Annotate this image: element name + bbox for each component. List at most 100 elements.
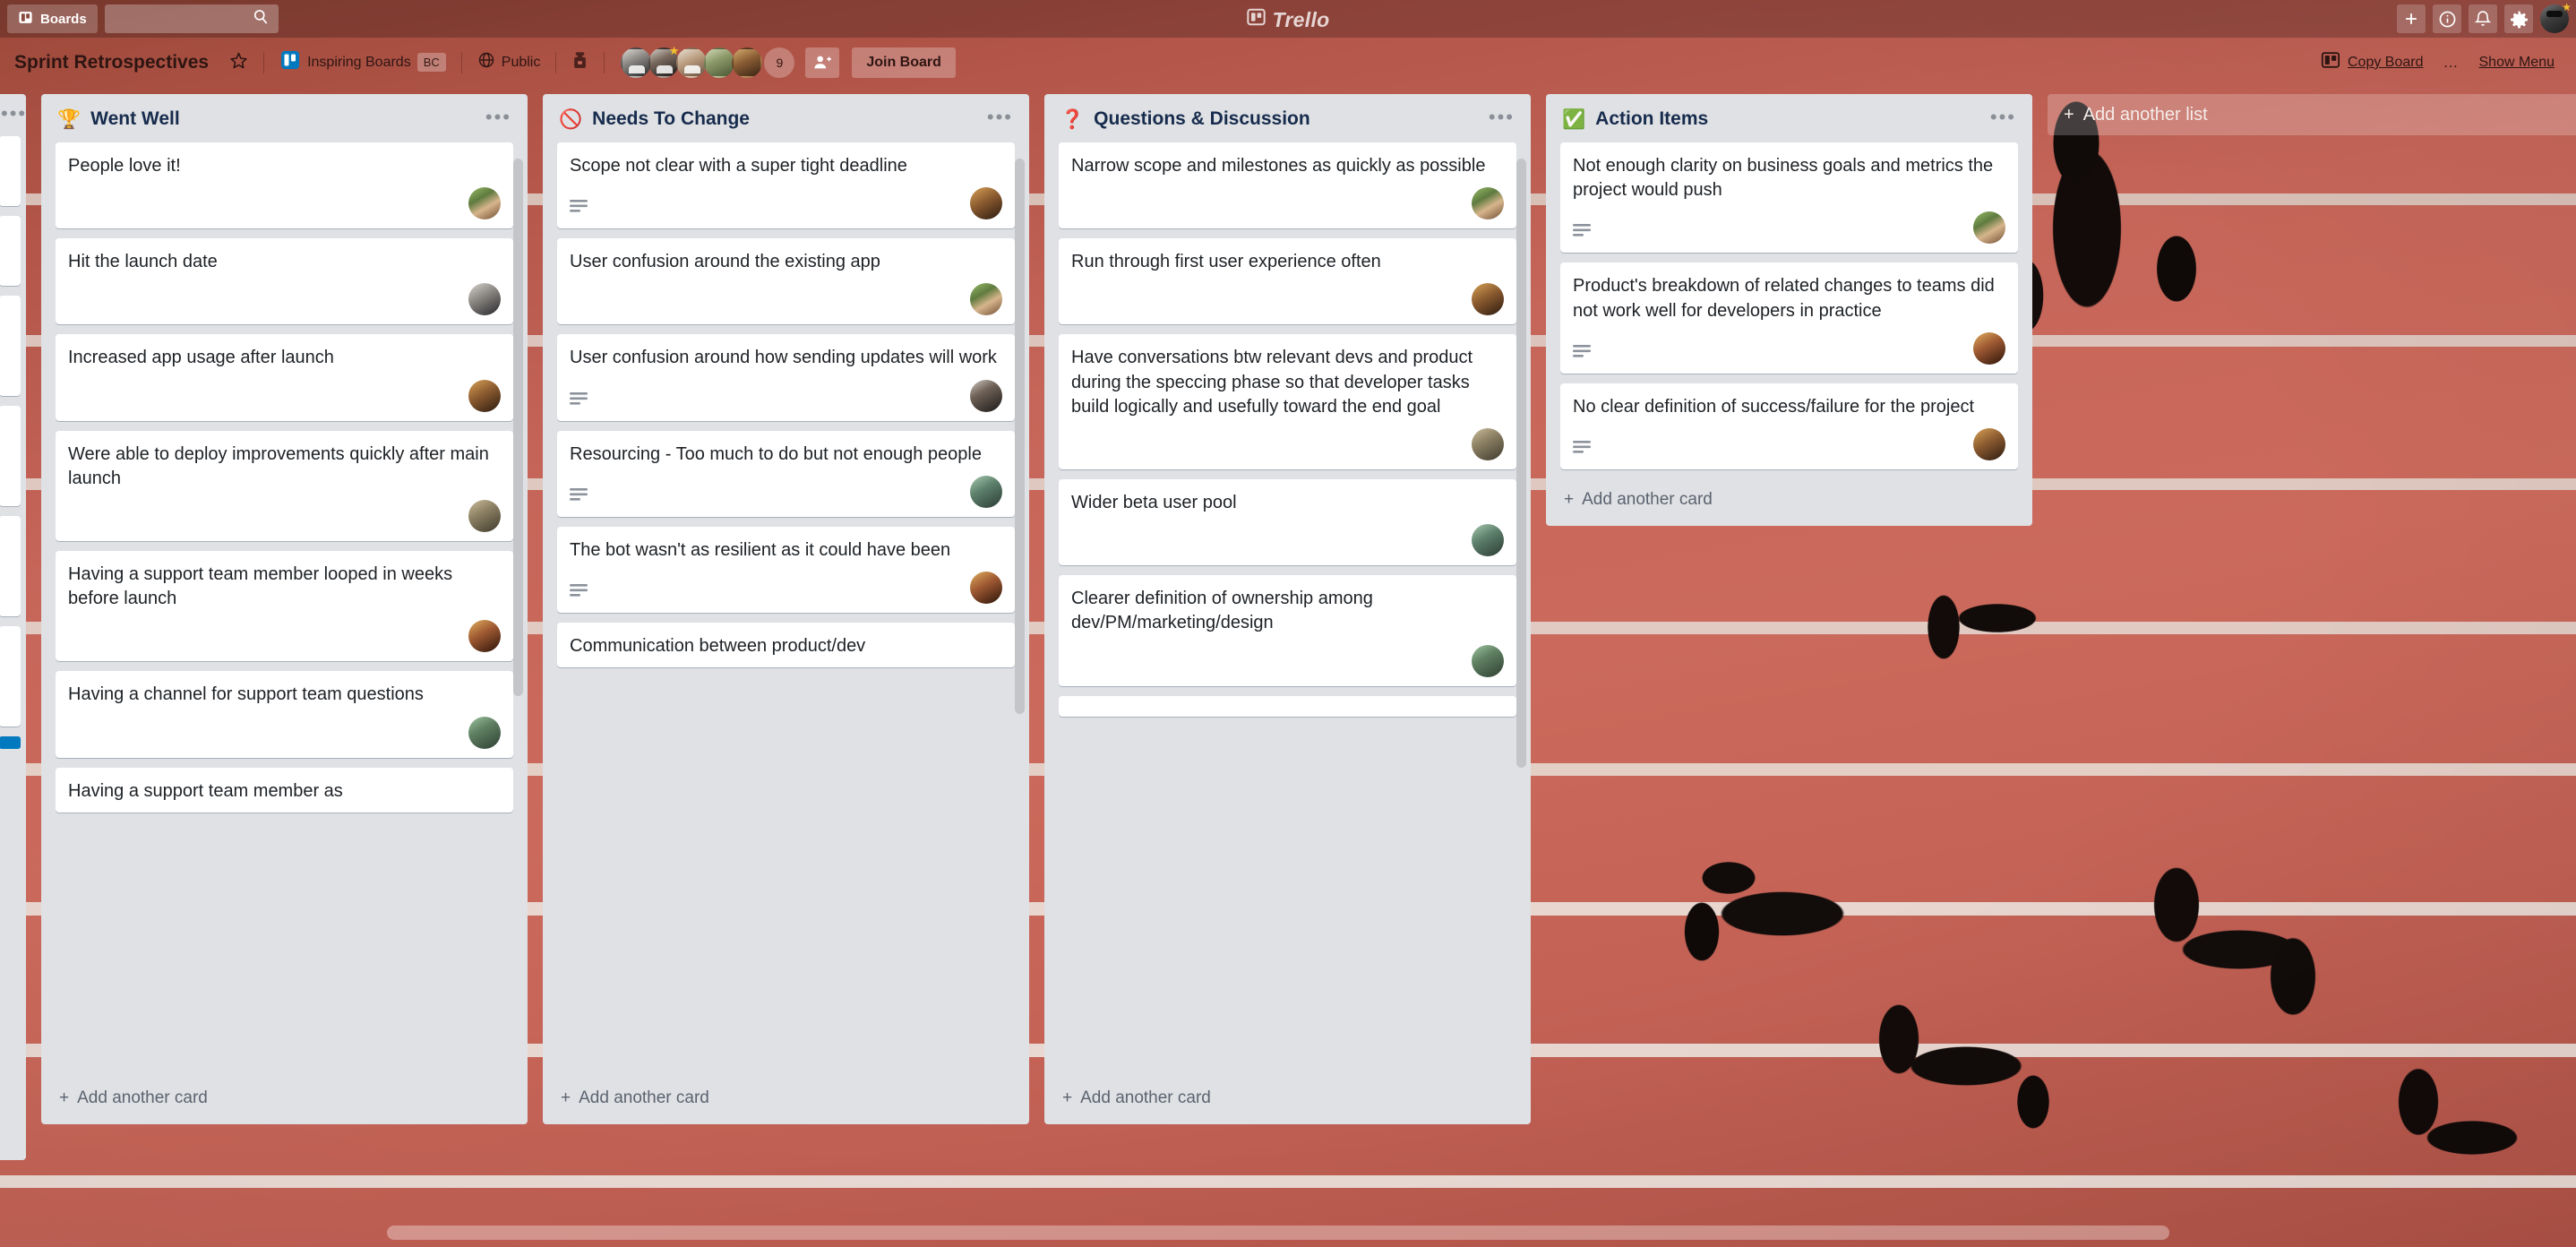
trello-logo[interactable]: Trello bbox=[1246, 7, 1329, 32]
card[interactable] bbox=[1059, 695, 1516, 717]
list-scrollbar[interactable] bbox=[513, 159, 523, 696]
info-circle-icon[interactable] bbox=[2433, 4, 2461, 33]
card[interactable] bbox=[0, 136, 21, 206]
card-member-avatar[interactable] bbox=[1472, 187, 1504, 220]
card[interactable]: Communication between product/dev bbox=[557, 622, 1015, 668]
member-avatar[interactable] bbox=[704, 47, 735, 78]
card-member-avatar[interactable] bbox=[468, 283, 501, 316]
add-card-button[interactable]: + Add another card bbox=[1044, 1078, 1531, 1124]
card-member-avatar[interactable] bbox=[1472, 524, 1504, 557]
add-list-button[interactable]: + Add another list bbox=[2048, 94, 2576, 135]
card[interactable]: User confusion around how sending update… bbox=[557, 334, 1015, 421]
card-member-avatar[interactable] bbox=[1973, 331, 2005, 365]
notifications-bell-icon[interactable] bbox=[2469, 4, 2497, 33]
list-menu-button[interactable]: ••• bbox=[485, 107, 511, 127]
user-avatar[interactable]: ★ bbox=[2540, 2, 2572, 33]
show-menu-button[interactable]: Show Menu bbox=[2472, 50, 2563, 75]
list-went-well[interactable]: 🏆 Went Well ••• People love it! Hit the … bbox=[41, 94, 528, 1124]
card[interactable]: Product's breakdown of related changes t… bbox=[1560, 262, 2018, 374]
card[interactable]: Resourcing - Too much to do but not enou… bbox=[557, 430, 1015, 517]
member-avatar[interactable] bbox=[621, 47, 652, 78]
card-member-avatar[interactable] bbox=[1973, 427, 2005, 460]
butler-button[interactable] bbox=[565, 47, 595, 79]
card[interactable]: Narrow scope and milestones as quickly a… bbox=[1059, 142, 1516, 229]
add-card-button[interactable]: + Add another card bbox=[1546, 479, 2032, 526]
card[interactable]: Wider beta user pool bbox=[1059, 478, 1516, 566]
add-card-button[interactable]: + Add another card bbox=[543, 1078, 1029, 1124]
card[interactable]: The bot wasn't as resilient as it could … bbox=[557, 526, 1015, 613]
list-partial-left[interactable]: ••• bbox=[0, 94, 26, 1160]
card-member-avatar[interactable] bbox=[468, 499, 501, 532]
join-board-button[interactable]: Join Board bbox=[852, 47, 956, 78]
card[interactable] bbox=[0, 406, 21, 506]
add-button[interactable] bbox=[2397, 4, 2426, 33]
team-link[interactable]: Inspiring Boards BC bbox=[273, 45, 452, 80]
card-member-avatar[interactable] bbox=[970, 379, 1002, 412]
card[interactable]: Hit the launch date bbox=[56, 238, 513, 325]
card-member-avatar[interactable] bbox=[1973, 211, 2005, 245]
list-title[interactable]: Needs To Change bbox=[592, 108, 987, 130]
card-member-avatar[interactable] bbox=[970, 283, 1002, 316]
member-avatar[interactable] bbox=[732, 47, 763, 78]
board-visibility-button[interactable]: Public bbox=[471, 47, 547, 78]
card-member-avatar[interactable] bbox=[1472, 644, 1504, 677]
card-list: Narrow scope and milestones as quickly a… bbox=[1044, 142, 1531, 1078]
card-member-avatar[interactable] bbox=[468, 379, 501, 412]
search-input[interactable] bbox=[113, 12, 252, 26]
card[interactable]: Not enough clarity on business goals and… bbox=[1560, 142, 2018, 254]
member-avatar[interactable] bbox=[676, 47, 708, 78]
copy-board-button[interactable]: Copy Board bbox=[2314, 46, 2431, 79]
list-menu-button[interactable]: ••• bbox=[1, 104, 26, 124]
add-card-label: Add another card bbox=[77, 1088, 208, 1107]
card-member-avatar[interactable] bbox=[970, 475, 1002, 508]
search-icon[interactable] bbox=[252, 8, 270, 30]
card[interactable]: Increased app usage after launch bbox=[56, 334, 513, 421]
list-menu-button[interactable]: ••• bbox=[1489, 107, 1515, 127]
card-member-avatar[interactable] bbox=[1472, 283, 1504, 316]
card[interactable]: User confusion around the existing app bbox=[557, 238, 1015, 325]
card[interactable] bbox=[0, 626, 21, 727]
scrollbar-thumb[interactable] bbox=[387, 1226, 2169, 1240]
card[interactable] bbox=[0, 516, 21, 616]
card-member-avatar[interactable] bbox=[970, 571, 1002, 604]
card-member-avatar[interactable] bbox=[970, 187, 1002, 220]
board-horizontal-scrollbar[interactable] bbox=[0, 1226, 2576, 1240]
card-member-avatar[interactable] bbox=[1472, 427, 1504, 460]
card[interactable]: Were able to deploy improvements quickly… bbox=[56, 430, 513, 541]
member-overflow-count[interactable]: 9 bbox=[764, 47, 795, 78]
star-board-button[interactable] bbox=[223, 47, 254, 79]
card[interactable] bbox=[0, 296, 21, 396]
list-title[interactable]: Action Items bbox=[1595, 108, 1990, 130]
add-card-button[interactable]: + Add another card bbox=[41, 1078, 528, 1124]
card[interactable]: No clear definition of success/failure f… bbox=[1560, 383, 2018, 469]
search-box[interactable] bbox=[104, 4, 279, 33]
add-member-button[interactable] bbox=[805, 47, 840, 78]
card[interactable]: Have conversations btw relevant devs and… bbox=[1059, 334, 1516, 469]
card[interactable]: Scope not clear with a super tight deadl… bbox=[557, 142, 1015, 229]
list-needs-to-change[interactable]: 🚫 Needs To Change ••• Scope not clear wi… bbox=[543, 94, 1029, 1124]
card[interactable]: Run through first user experience often bbox=[1059, 238, 1516, 325]
list-scrollbar[interactable] bbox=[1015, 159, 1025, 714]
list-title[interactable]: Went Well bbox=[90, 108, 485, 130]
card[interactable]: Clearer definition of ownership among de… bbox=[1059, 575, 1516, 686]
board-title[interactable]: Sprint Retrospectives bbox=[14, 52, 209, 73]
member-avatar[interactable]: ★ bbox=[648, 45, 680, 78]
settings-gear-icon[interactable] bbox=[2504, 4, 2533, 33]
card[interactable]: Having a support team member as bbox=[56, 767, 513, 813]
list-scrollbar[interactable] bbox=[1516, 159, 1526, 768]
card[interactable]: Having a support team member looped in w… bbox=[56, 550, 513, 662]
card[interactable] bbox=[0, 216, 21, 286]
card-member-avatar[interactable] bbox=[468, 620, 501, 653]
boards-button[interactable]: Boards bbox=[7, 4, 98, 33]
list-action-items[interactable]: ✅ Action Items ••• Not enough clarity on… bbox=[1546, 94, 2032, 526]
add-card-label: Add another card bbox=[579, 1088, 709, 1107]
card-member-avatar[interactable] bbox=[468, 716, 501, 749]
card-member-avatar[interactable] bbox=[468, 187, 501, 220]
list-questions-discussion[interactable]: ❓ Questions & Discussion ••• Narrow scop… bbox=[1044, 94, 1531, 1124]
list-menu-button[interactable]: ••• bbox=[987, 107, 1013, 127]
card[interactable]: Having a channel for support team questi… bbox=[56, 671, 513, 758]
card[interactable]: People love it! bbox=[56, 142, 513, 229]
board-more-options-button[interactable]: … bbox=[2436, 54, 2467, 72]
list-title[interactable]: Questions & Discussion bbox=[1094, 108, 1489, 130]
list-menu-button[interactable]: ••• bbox=[1990, 107, 2016, 127]
